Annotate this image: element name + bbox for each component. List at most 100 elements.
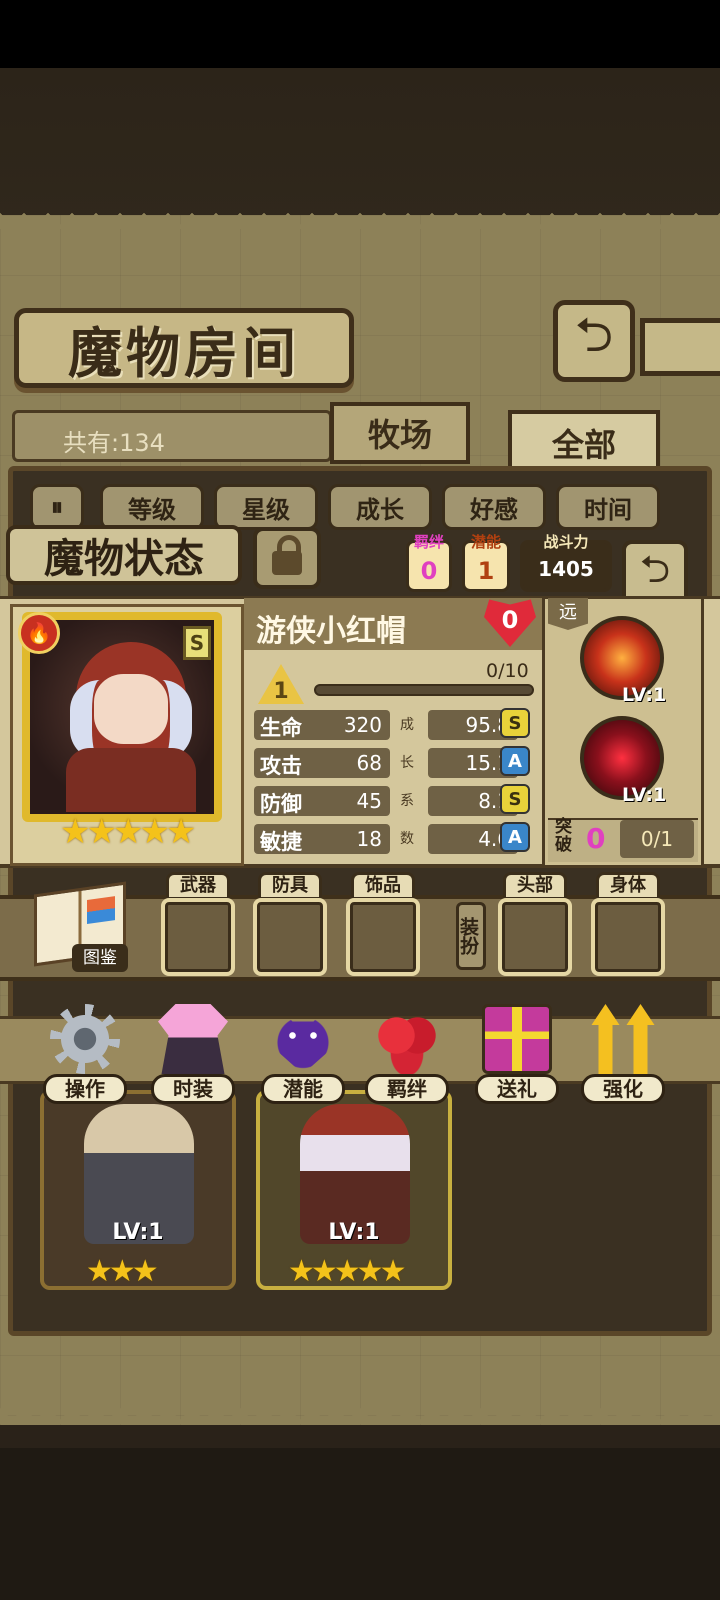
head-slot[interactable] (498, 898, 572, 976)
accessory-slot[interactable] (346, 898, 420, 976)
back-button[interactable]: ⮌ (553, 300, 635, 382)
filter-time-label: 时间 (584, 495, 632, 524)
sort-toggle-icon: ⏸ (51, 493, 63, 521)
filter-affection[interactable]: 好感 (442, 484, 546, 530)
bond-label: 羁绊 (365, 1074, 449, 1104)
gift-button[interactable]: 送礼 (472, 998, 562, 1108)
weapon-slot-label: 武器 (166, 872, 230, 900)
combat-power-stat: 战斗力 1405 (520, 533, 612, 592)
fashion-label: 时装 (151, 1074, 235, 1104)
filter-level[interactable]: 等级 (100, 484, 204, 530)
accessory-slot-label: 饰品 (351, 872, 415, 900)
stat-row-hp: 生命 320 (254, 710, 390, 740)
potential-value: 1 (477, 557, 495, 585)
rank-badge: S (183, 626, 211, 660)
body-slot[interactable] (591, 898, 665, 976)
monster-card-level: LV:1 (112, 1220, 164, 1245)
tab-ranch-label: 牧场 (367, 416, 432, 454)
operate-button[interactable]: 操作 (40, 998, 130, 1108)
tab-ranch[interactable]: 牧场 (330, 402, 470, 464)
filter-time[interactable]: 时间 (556, 484, 660, 530)
breakthrough-count: 0 (586, 822, 606, 855)
demon-icon (271, 1004, 335, 1074)
filter-growth-label: 成长 (356, 495, 404, 524)
potential-button[interactable]: 潜能 (258, 998, 348, 1108)
filter-growth[interactable]: 成长 (328, 484, 432, 530)
filter-star-label: 星级 (242, 495, 290, 524)
room-title: 魔物房间 (68, 320, 300, 385)
grade-badge: S (500, 784, 530, 814)
hearts-icon (372, 1004, 442, 1074)
filter-level-label: 等级 (128, 495, 176, 524)
stat-row-defense: 防御 45 (254, 786, 390, 816)
gift-icon (482, 1004, 552, 1074)
potential-label: 潜能 (261, 1074, 345, 1104)
filter-affection-label: 好感 (470, 495, 518, 524)
bond-stat: 羁绊 0 (406, 533, 452, 592)
growth-coefficient-label: 成 (400, 717, 414, 733)
bond-label: 羁绊 (413, 533, 444, 551)
fashion-button[interactable]: 时装 (148, 998, 238, 1108)
stat-value: 320 (343, 713, 382, 737)
enhance-label: 强化 (581, 1074, 665, 1104)
monster-count-bar: 共有:134 (12, 410, 332, 462)
stat-name: 敏捷 (260, 830, 302, 854)
combat-power-label: 战斗力 (543, 533, 589, 551)
fire-element-icon: 🔥 (18, 612, 60, 654)
bond-value: 0 (420, 557, 438, 585)
level-value: 1 (273, 679, 289, 704)
bond-button[interactable]: 羁绊 (362, 998, 452, 1108)
header-side-plate (640, 318, 720, 376)
torn-edge-bottom (0, 1400, 720, 1424)
lock-icon (272, 535, 302, 575)
potential-label: 潜能 (470, 533, 501, 551)
affection-value: 0 (501, 606, 519, 634)
body-slot-label: 身体 (596, 872, 660, 900)
growth-coefficient-label: 长 (400, 755, 414, 771)
exp-bar (314, 684, 534, 696)
codex-label[interactable]: 图鉴 (72, 944, 128, 972)
dress-icon (158, 1004, 228, 1074)
breakthrough-progress[interactable]: 0/1 (620, 820, 694, 858)
tab-all-label: 全部 (551, 426, 616, 464)
skill-2-level: LV:1 (622, 784, 667, 806)
stat-value: 68 (356, 751, 382, 775)
lock-button[interactable] (253, 527, 321, 589)
dress-up-label: 装扮 (456, 902, 486, 970)
monster-name: 游侠小红帽 (256, 614, 406, 649)
grade-badge: A (500, 746, 530, 776)
stat-name: 生命 (260, 716, 302, 740)
enhance-button[interactable]: 强化 (578, 998, 668, 1108)
torn-edge-top (0, 205, 720, 229)
monster-count: 共有:134 (63, 429, 165, 457)
armor-slot-label: 防具 (258, 872, 322, 900)
range-type-tag: 远 (548, 598, 588, 630)
combat-power-value: 1405 (538, 557, 594, 581)
filter-star[interactable]: 星级 (214, 484, 318, 530)
portrait-body (66, 748, 196, 812)
grade-badge: S (500, 708, 530, 738)
system-status-bar (0, 0, 720, 68)
exp-text: 0/10 (486, 660, 529, 682)
skill-1-level: LV:1 (622, 684, 667, 706)
upgrade-arrows-icon (591, 1004, 655, 1074)
growth-coefficient-label: 数 (400, 831, 414, 847)
status-title-plate: 魔物状态 (6, 525, 242, 585)
gear-icon (50, 1004, 120, 1074)
growth-coefficient-label: 系 (400, 793, 414, 809)
potential-stat: 潜能 1 (462, 533, 510, 592)
armor-slot[interactable] (253, 898, 327, 976)
sort-order-button[interactable]: ⏸ (30, 484, 84, 530)
status-title: 魔物状态 (44, 535, 204, 582)
operate-label: 操作 (43, 1074, 127, 1104)
monster-card-level: LV:1 (328, 1220, 380, 1245)
stat-value: 45 (356, 789, 382, 813)
room-title-plate: 魔物房间 (14, 308, 354, 388)
weapon-slot[interactable] (161, 898, 235, 976)
bottom-area (0, 1448, 720, 1600)
stat-row-agility: 敏捷 18 (254, 824, 390, 854)
monster-card-stars: ★★★ (86, 1254, 159, 1289)
monster-card-stars: ★★★★★ (288, 1254, 407, 1289)
stat-value: 18 (356, 827, 382, 851)
portrait-face (94, 674, 168, 744)
